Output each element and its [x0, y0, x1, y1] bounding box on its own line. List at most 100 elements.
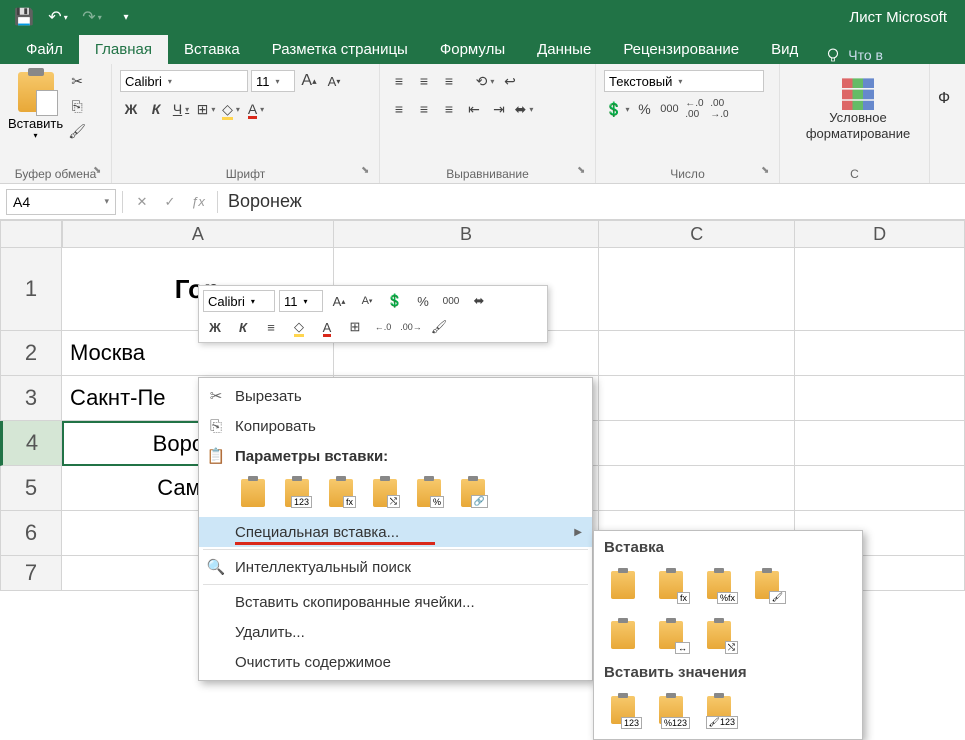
tab-data[interactable]: Данные	[521, 35, 607, 64]
number-format-combo[interactable]: Текстовый▾	[604, 70, 764, 92]
decrease-decimal-icon[interactable]: .00→.0	[708, 98, 730, 120]
cancel-icon[interactable]: ✕	[131, 191, 153, 213]
sub-paste-values[interactable]: 123	[604, 691, 642, 729]
row-header-2[interactable]: 2	[0, 331, 62, 376]
row-header-5[interactable]: 5	[0, 466, 62, 511]
col-header-b[interactable]: B	[334, 220, 600, 248]
font-dialog-launcher[interactable]: ⬊	[361, 165, 375, 179]
italic-button[interactable]: К	[145, 98, 167, 120]
cell-c4[interactable]	[599, 421, 795, 466]
sub-paste-keep-src[interactable]: 🖌	[748, 566, 786, 604]
increase-font-icon[interactable]: A▴	[298, 70, 320, 92]
font-name-combo[interactable]: Calibri▾	[120, 70, 248, 92]
increase-indent-icon[interactable]: ⇥	[488, 98, 510, 120]
tab-view[interactable]: Вид	[755, 35, 814, 64]
mini-format-painter-icon[interactable]: 🖌	[427, 316, 451, 338]
copy-icon[interactable]: ⎘	[66, 95, 88, 117]
paste-formatting-option[interactable]: %	[411, 475, 447, 511]
sub-paste-noborder[interactable]	[604, 616, 642, 654]
cell-d4[interactable]	[795, 421, 965, 466]
percent-format-icon[interactable]: %	[633, 98, 655, 120]
mini-increase-font-icon[interactable]: A▴	[327, 290, 351, 312]
cm-copy[interactable]: ⎘ Копировать	[199, 411, 592, 441]
orientation-icon[interactable]: ⟲	[474, 70, 496, 92]
fill-color-icon[interactable]: ◇	[220, 98, 242, 120]
row-header-7[interactable]: 7	[0, 556, 62, 591]
tab-review[interactable]: Рецензирование	[607, 35, 755, 64]
cell-d1[interactable]	[795, 248, 965, 331]
sub-paste-formulas[interactable]: fx	[652, 566, 690, 604]
fx-icon[interactable]: ƒx	[187, 191, 209, 213]
mini-font-color-icon[interactable]: A	[315, 316, 339, 338]
paste-all-option[interactable]	[235, 475, 271, 511]
align-top-icon[interactable]: ≡	[388, 70, 410, 92]
cut-icon[interactable]: ✂	[66, 70, 88, 92]
format-painter-icon[interactable]: 🖌	[66, 120, 88, 142]
cm-insert-copied[interactable]: Вставить скопированные ячейки...	[199, 587, 592, 617]
mini-size-combo[interactable]: 11▾	[279, 290, 323, 312]
cell-c1[interactable]	[599, 248, 795, 331]
save-icon[interactable]: 💾	[8, 3, 40, 31]
tab-page-layout[interactable]: Разметка страницы	[256, 35, 424, 64]
formula-input[interactable]: Воронеж	[218, 191, 965, 212]
font-color-icon[interactable]: A	[245, 98, 267, 120]
row-header-1[interactable]: 1	[0, 248, 62, 331]
cell-c3[interactable]	[599, 376, 795, 421]
mini-decrease-decimal-icon[interactable]: .00→	[399, 316, 423, 338]
align-right-icon[interactable]: ≡	[438, 98, 460, 120]
sub-paste-all[interactable]	[604, 566, 642, 604]
enter-icon[interactable]: ✓	[159, 191, 181, 213]
mini-increase-decimal-icon[interactable]: ←.0	[371, 316, 395, 338]
select-all-corner[interactable]	[0, 220, 62, 248]
mini-merge-icon[interactable]: ⬌	[467, 290, 491, 312]
cell-c5[interactable]	[599, 466, 795, 511]
cm-cut[interactable]: ✂ Вырезать	[199, 381, 592, 411]
tab-formulas[interactable]: Формулы	[424, 35, 521, 64]
number-dialog-launcher[interactable]: ⬊	[761, 165, 775, 179]
underline-button[interactable]: Ч	[170, 98, 192, 120]
qat-customize-icon[interactable]: ▾	[110, 3, 142, 31]
align-center-icon[interactable]: ≡	[413, 98, 435, 120]
sub-paste-values-srcfmt[interactable]: 🖌123	[700, 691, 738, 729]
sub-paste-transpose[interactable]: ⤭	[700, 616, 738, 654]
mini-decrease-font-icon[interactable]: A▾	[355, 290, 379, 312]
paste-button[interactable]: Вставить ▾	[8, 72, 63, 140]
mini-borders-icon[interactable]: ⊞	[343, 316, 367, 338]
paste-link-option[interactable]: 🔗	[455, 475, 491, 511]
mini-accounting-icon[interactable]: 💲	[383, 290, 407, 312]
col-header-a[interactable]: A	[62, 220, 334, 248]
decrease-font-icon[interactable]: A▾	[323, 70, 345, 92]
tell-me-search[interactable]: Что в	[824, 46, 883, 64]
paste-transpose-option[interactable]: ⤭	[367, 475, 403, 511]
paste-values-option[interactable]: 123	[279, 475, 315, 511]
cm-clear-contents[interactable]: Очистить содержимое	[199, 647, 592, 677]
name-box[interactable]: A4▾	[6, 189, 116, 215]
cell-d5[interactable]	[795, 466, 965, 511]
cm-paste-special[interactable]: Специальная вставка... ▶	[199, 517, 592, 547]
alignment-dialog-launcher[interactable]: ⬊	[577, 165, 591, 179]
clipboard-dialog-launcher[interactable]: ⬊	[93, 165, 107, 179]
align-bottom-icon[interactable]: ≡	[438, 70, 460, 92]
row-header-4[interactable]: 4	[0, 421, 62, 466]
increase-decimal-icon[interactable]: ←.0.00	[683, 98, 705, 120]
mini-percent-icon[interactable]: %	[411, 290, 435, 312]
conditional-formatting-button[interactable]: Условное форматирование	[788, 70, 928, 150]
bold-button[interactable]: Ж	[120, 98, 142, 120]
sub-paste-values-numfmt[interactable]: %123	[652, 691, 690, 729]
row-header-3[interactable]: 3	[0, 376, 62, 421]
mini-bold-button[interactable]: Ж	[203, 316, 227, 338]
row-header-6[interactable]: 6	[0, 511, 62, 556]
col-header-d[interactable]: D	[795, 220, 965, 248]
sub-paste-formulas-fmt[interactable]: %fx	[700, 566, 738, 604]
align-middle-icon[interactable]: ≡	[413, 70, 435, 92]
col-header-c[interactable]: C	[599, 220, 795, 248]
decrease-indent-icon[interactable]: ⇤	[463, 98, 485, 120]
borders-icon[interactable]: ⊞	[195, 98, 217, 120]
align-left-icon[interactable]: ≡	[388, 98, 410, 120]
mini-align-icon[interactable]: ≡	[259, 316, 283, 338]
cell-d2[interactable]	[795, 331, 965, 376]
tab-insert[interactable]: Вставка	[168, 35, 256, 64]
accounting-format-icon[interactable]: 💲	[604, 98, 630, 120]
merge-center-icon[interactable]: ⬌	[513, 98, 535, 120]
mini-fill-color-icon[interactable]: ◇	[287, 316, 311, 338]
